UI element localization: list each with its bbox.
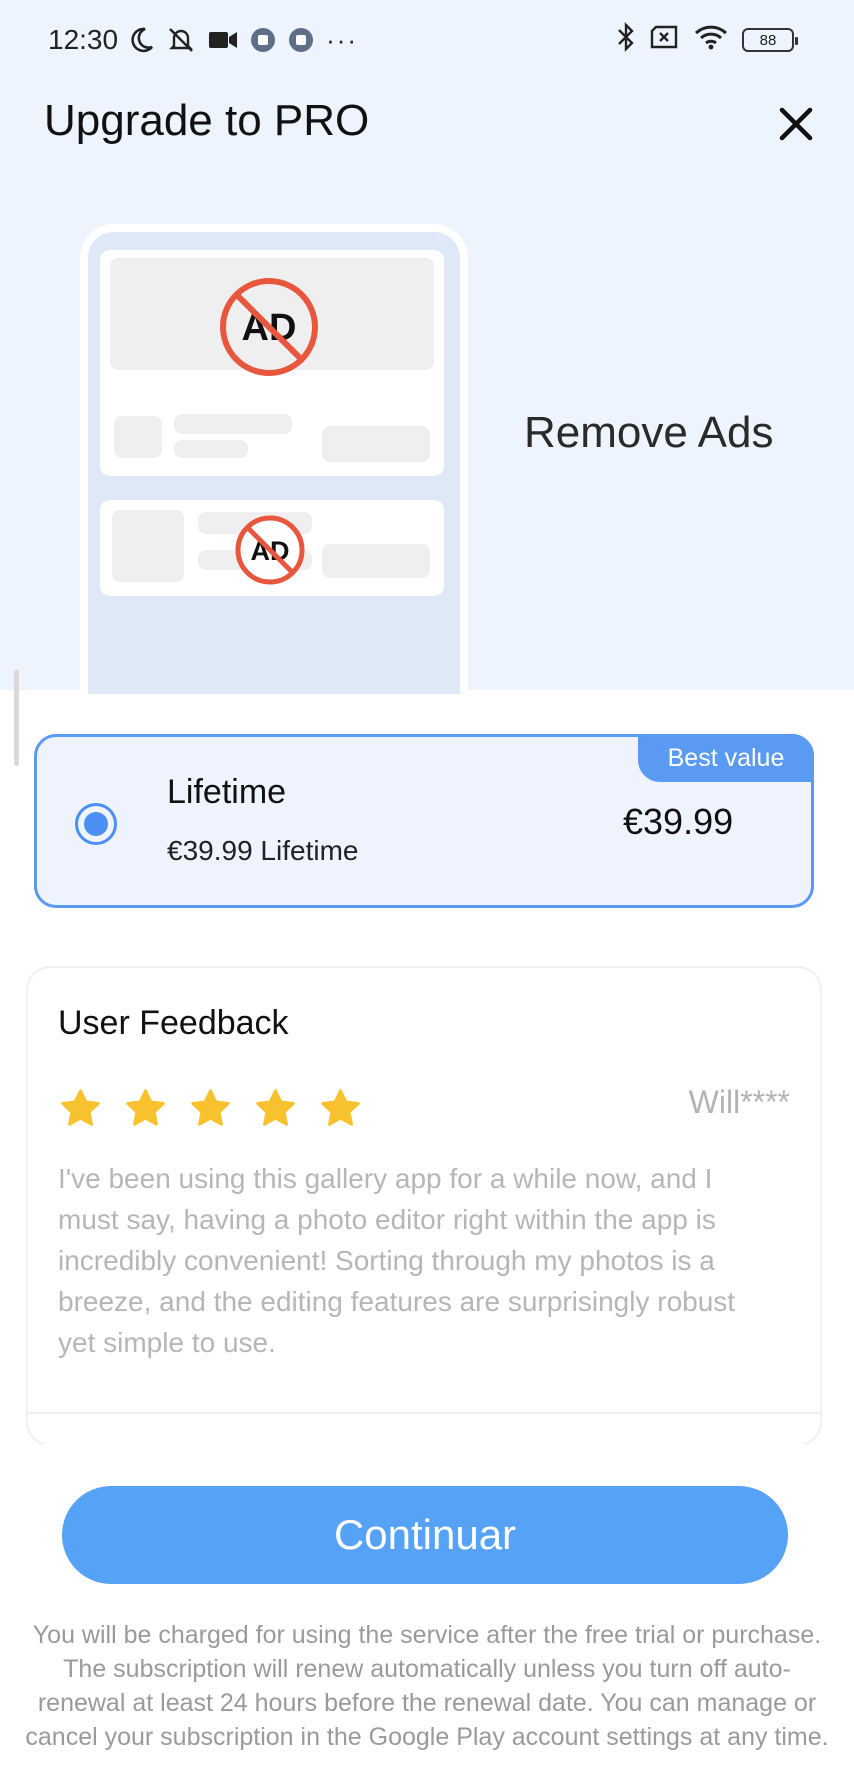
best-value-badge: Best value — [638, 734, 814, 782]
app-notification-icon — [288, 25, 314, 55]
phone-illustration: AD AD — [80, 224, 468, 694]
legal-disclaimer: You will be charged for using the servic… — [25, 1621, 829, 1751]
user-feedback-card: User Feedback Will**** I've been using t… — [26, 966, 822, 1446]
video-camera-icon — [208, 25, 238, 55]
radio-selected[interactable] — [75, 803, 117, 845]
bottom-panel: Continuar You will be charged for using … — [0, 1444, 854, 1792]
bell-off-icon — [166, 25, 196, 55]
illustration-card: AD — [100, 500, 444, 596]
text-placeholder — [114, 416, 162, 458]
status-bar: 12:30 ··· 88 — [48, 18, 798, 62]
illustration-card: AD — [100, 250, 444, 476]
image-placeholder — [112, 510, 184, 582]
scrollbar[interactable] — [14, 670, 19, 766]
plan-name: Lifetime — [167, 773, 287, 811]
star-icon — [191, 1089, 230, 1126]
button-placeholder — [322, 426, 430, 462]
button-placeholder — [322, 544, 430, 578]
sim-off-icon — [650, 24, 680, 56]
app-notification-icon — [250, 25, 276, 55]
hero-section: 12:30 ··· 88 Upgrade to PRO Remove Ads — [0, 0, 854, 694]
divider — [28, 1412, 820, 1414]
star-icon — [126, 1089, 165, 1126]
no-ad-icon: AD — [218, 276, 320, 383]
moon-icon — [130, 25, 154, 55]
star-icon — [256, 1089, 295, 1126]
continue-button[interactable]: Continuar — [62, 1486, 788, 1584]
status-icons-right: 88 — [616, 21, 798, 59]
battery-icon: 88 — [742, 28, 798, 52]
close-icon[interactable] — [776, 104, 816, 144]
star-icon — [61, 1089, 100, 1126]
review-text: I've been using this gallery app for a w… — [58, 1163, 736, 1358]
reviewer-name: Will**** — [688, 1084, 790, 1120]
status-time: 12:30 — [48, 24, 119, 55]
page-title: Upgrade to PRO — [44, 96, 370, 145]
text-placeholder — [174, 440, 248, 458]
feedback-title: User Feedback — [58, 1004, 289, 1042]
plan-subtitle: €39.99 Lifetime — [167, 835, 359, 866]
feature-label: Remove Ads — [524, 408, 774, 457]
text-placeholder — [174, 414, 292, 434]
plan-option-lifetime[interactable]: Best value Lifetime €39.99 Lifetime €39.… — [34, 734, 814, 908]
star-rating — [58, 1086, 363, 1131]
star-icon — [321, 1089, 360, 1126]
no-ad-icon: AD — [234, 514, 306, 591]
bluetooth-icon — [616, 21, 636, 59]
wifi-icon — [694, 24, 728, 57]
more-notifications-icon: ··· — [326, 24, 359, 55]
plan-price: €39.99 — [623, 801, 734, 842]
